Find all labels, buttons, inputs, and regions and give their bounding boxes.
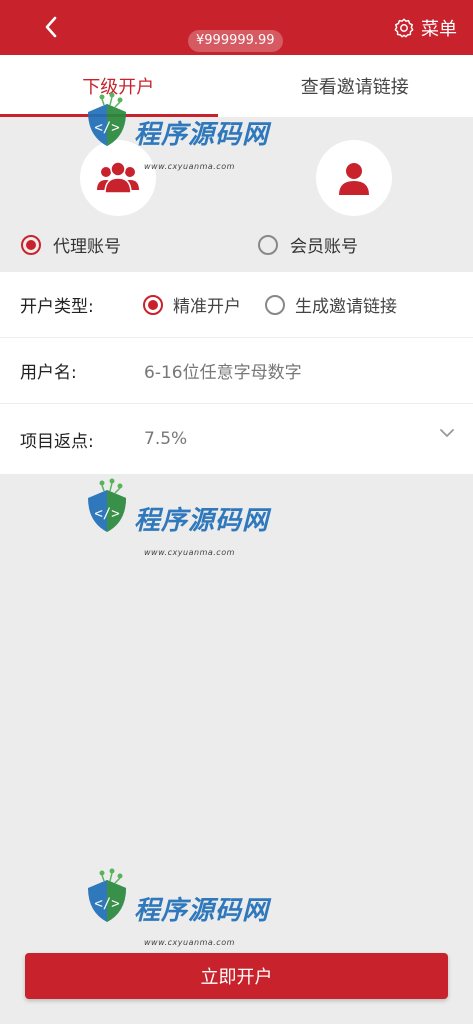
rebate-row[interactable]: 项目返点: 7.5% [0, 404, 473, 474]
gear-icon [394, 18, 414, 38]
agent-account-label: 代理账号 [53, 237, 121, 257]
radio-unchecked-icon [265, 294, 285, 315]
balance-badge: ¥999999.99 [188, 30, 283, 52]
username-input[interactable]: 6-16位任意字母数字 [144, 358, 302, 383]
shield-logo-icon: </> [88, 478, 126, 532]
account-form: 开户类型: 精准开户 生成邀请链接 用户名: 6-16位任意字母数字 项目返点:… [0, 272, 473, 474]
username-row: 用户名: 6-16位任意字母数字 [0, 338, 473, 404]
single-user-icon [339, 163, 369, 195]
watermark-brand: 程序源码网 [134, 506, 270, 536]
member-account-label: 会员账号 [290, 237, 358, 257]
open-type-options: 精准开户 生成邀请链接 [143, 292, 397, 317]
username-label: 用户名: [20, 363, 77, 383]
watermark-logo: </> 程序源码网 www.cxyuanma.com [82, 478, 282, 568]
rebate-label: 项目返点: [20, 431, 94, 452]
watermark-logo: </> 程序源码网 www.cxyuanma.com [82, 868, 282, 958]
watermark-brand: 程序源码网 [134, 120, 270, 150]
member-account-option[interactable]: 会员账号 [258, 232, 358, 257]
watermark-url: www.cxyuanma.com [144, 938, 235, 947]
menu-label: 菜单 [421, 19, 457, 40]
precise-open-label: 精准开户 [173, 297, 241, 317]
open-type-row: 开户类型: 精准开户 生成邀请链接 [0, 272, 473, 338]
watermark-brand: 程序源码网 [134, 896, 270, 926]
radio-checked-icon [21, 234, 41, 255]
shield-logo-icon: </> [88, 868, 126, 922]
svg-text:</>: </> [94, 120, 119, 136]
generate-invite-label: 生成邀请链接 [295, 297, 397, 317]
chevron-left-icon [45, 16, 57, 38]
watermark-url: www.cxyuanma.com [144, 548, 235, 557]
agent-account-option[interactable]: 代理账号 [21, 232, 121, 257]
watermark-url: www.cxyuanma.com [144, 162, 235, 171]
generate-invite-option[interactable]: 生成邀请链接 [265, 292, 397, 317]
radio-checked-icon [143, 294, 163, 315]
back-button[interactable] [36, 12, 66, 42]
svg-text:</>: </> [94, 506, 119, 522]
rebate-value[interactable]: 7.5% [144, 429, 187, 449]
open-account-button[interactable]: 立即开户 [25, 953, 448, 999]
shield-logo-icon: </> [88, 92, 126, 146]
member-avatar[interactable] [316, 140, 392, 216]
open-type-label: 开户类型: [20, 297, 94, 317]
svg-text:</>: </> [94, 896, 119, 912]
chevron-down-icon[interactable] [439, 428, 455, 438]
precise-open-option[interactable]: 精准开户 [143, 292, 241, 317]
radio-unchecked-icon [258, 234, 278, 255]
menu-button[interactable]: 菜单 [393, 14, 457, 42]
top-bar: ¥999999.99 菜单 [0, 0, 473, 55]
watermark-logo: </> 程序源码网 www.cxyuanma.com [82, 92, 282, 182]
